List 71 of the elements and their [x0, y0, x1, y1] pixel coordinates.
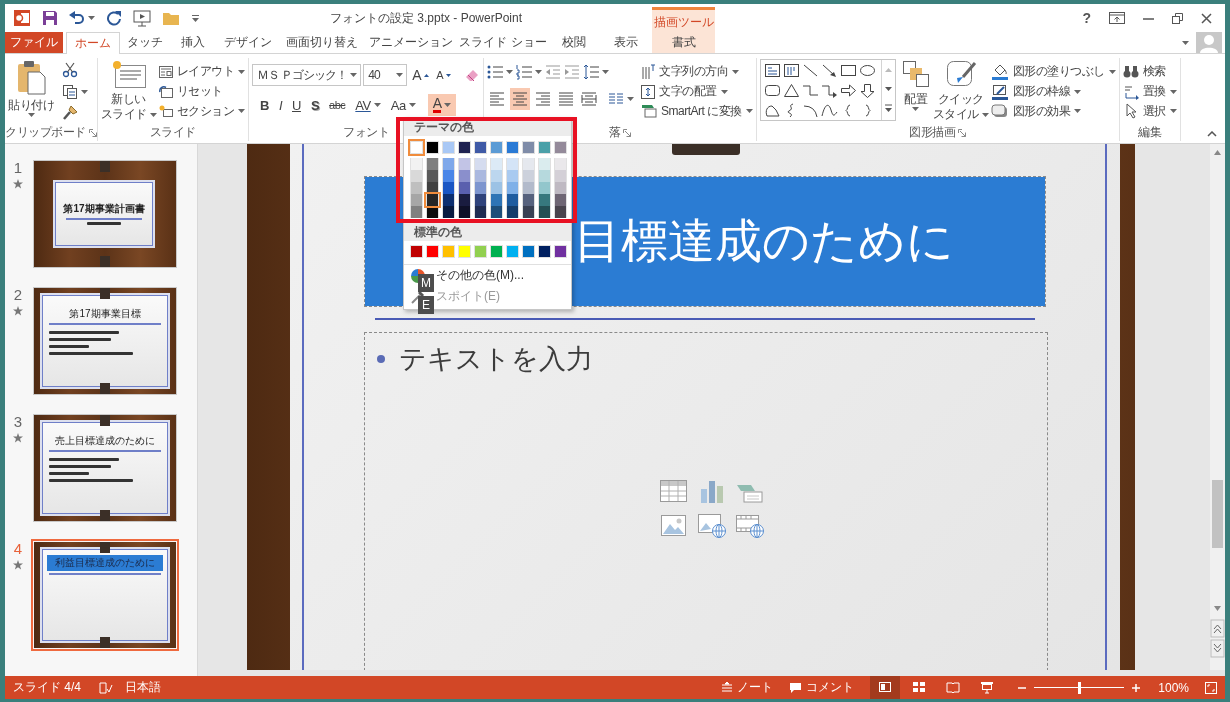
ribbon-tab[interactable]: 画面切り替え [280, 32, 364, 53]
strikethrough-button[interactable]: abc [327, 94, 348, 116]
shape-outline-button[interactable]: 図形の枠線 [990, 81, 1116, 102]
group-label: スライド [149, 124, 196, 141]
text-shadow-button[interactable]: S [308, 94, 322, 116]
content-placeholder[interactable]: テキストを入力 [365, 333, 1047, 670]
ribbon-tab[interactable]: ファイル [5, 32, 63, 53]
find-button[interactable]: 検索 [1122, 62, 1177, 82]
slide-title: 第17期事業目標 [69, 308, 141, 320]
select-button[interactable]: 選択 [1122, 101, 1177, 121]
placeholder-text[interactable]: テキストを入力 [399, 341, 593, 377]
slide-title: 利益目標達成のために [47, 555, 163, 571]
window-title: フォントの設定 3.pptx - PowerPoint [329, 10, 523, 25]
font-name-field[interactable]: ＭＳ Ｐゴシック！ [252, 64, 362, 86]
more-colors-item[interactable]: その他の色(M)... [436, 267, 524, 284]
section-heading: 標準の色 [404, 223, 571, 241]
convert-to-smartart-button[interactable]: SmartArt に変換 [641, 101, 753, 121]
shape-effects-button[interactable]: 図形の効果 [990, 101, 1116, 121]
slide-number: 4 [13, 541, 23, 557]
contextual-tab-group-label: 描画ツール [653, 14, 714, 31]
shape-fill-button[interactable]: 図形の塗りつぶし [990, 62, 1116, 82]
slide-number: 2 [13, 287, 23, 303]
replace-button[interactable]: 置換 [1122, 81, 1177, 102]
section-button[interactable]: セクション [158, 101, 245, 121]
underline-button[interactable]: U [290, 94, 303, 116]
ribbon-tab[interactable]: 書式 [652, 32, 715, 53]
reset-button[interactable]: リセット [158, 81, 245, 102]
change-case-button[interactable]: Aa [388, 94, 418, 116]
group-label: 落 [608, 124, 621, 141]
font-size-field[interactable]: 40 [363, 64, 408, 86]
arrange-button[interactable]: 配置 [900, 58, 931, 124]
ribbon-tab[interactable]: 校閲 [548, 32, 600, 53]
ribbon-tab[interactable]: 挿入 [170, 32, 215, 53]
slide-thumbnail[interactable]: 第17期事業計画書 [33, 160, 177, 268]
quick-styles-button[interactable]: クイック スタイル [932, 58, 989, 124]
bold-button[interactable]: B [258, 94, 271, 116]
ribbon-tab[interactable]: タッチ [120, 32, 170, 53]
font-color-button[interactable]: A [427, 94, 457, 116]
ribbon-tab[interactable]: ホーム [66, 32, 120, 54]
language-indicator[interactable]: 日本語 [125, 679, 161, 696]
group-label: クリップボード [5, 124, 86, 141]
ribbon-tab[interactable]: 表示 [600, 32, 652, 53]
comments-button[interactable]: コメント [789, 679, 855, 696]
ribbon-tab[interactable]: スライド ショー [458, 32, 548, 53]
group-label: 図形描画 [909, 124, 956, 141]
character-spacing-button[interactable]: AV [353, 94, 383, 116]
slide-title: 第17期事業計画書 [63, 203, 145, 215]
help-button[interactable]: ? [1082, 10, 1091, 26]
slide-counter: スライド 4/4 [13, 679, 81, 696]
paste-button[interactable]: 貼り付け [8, 58, 54, 124]
grow-font-button[interactable]: A [410, 64, 432, 86]
group-label: 編集 [1138, 124, 1162, 141]
text-direction-button[interactable]: 文字列の方向 [641, 62, 753, 82]
shrink-font-button[interactable]: A [434, 64, 454, 86]
slide-thumbnail[interactable]: 第17期事業目標 [33, 287, 177, 395]
slide-title: 目標達成のために [574, 213, 954, 269]
key-tip: M [418, 274, 434, 292]
slide-number: 3 [13, 414, 23, 430]
slide-number: 1 [13, 160, 23, 176]
slide-thumbnail[interactable]: 売上目標達成のために [33, 414, 177, 522]
ribbon-tab[interactable]: アニメーション [364, 32, 458, 53]
slide-title: 売上目標達成のために [55, 435, 155, 447]
key-tip: E [418, 296, 434, 314]
new-slide-button[interactable]: 新しい スライド [100, 58, 157, 124]
ribbon-tab[interactable]: デザイン [215, 32, 280, 53]
layout-button[interactable]: レイアウト [158, 62, 245, 82]
italic-button[interactable]: I [276, 94, 284, 116]
align-text-button[interactable]: 文字の配置 [641, 81, 753, 102]
zoom-level[interactable]: 100% [1158, 680, 1189, 695]
group-label: フォント [343, 124, 389, 141]
notes-button[interactable]: ノート [721, 679, 774, 696]
